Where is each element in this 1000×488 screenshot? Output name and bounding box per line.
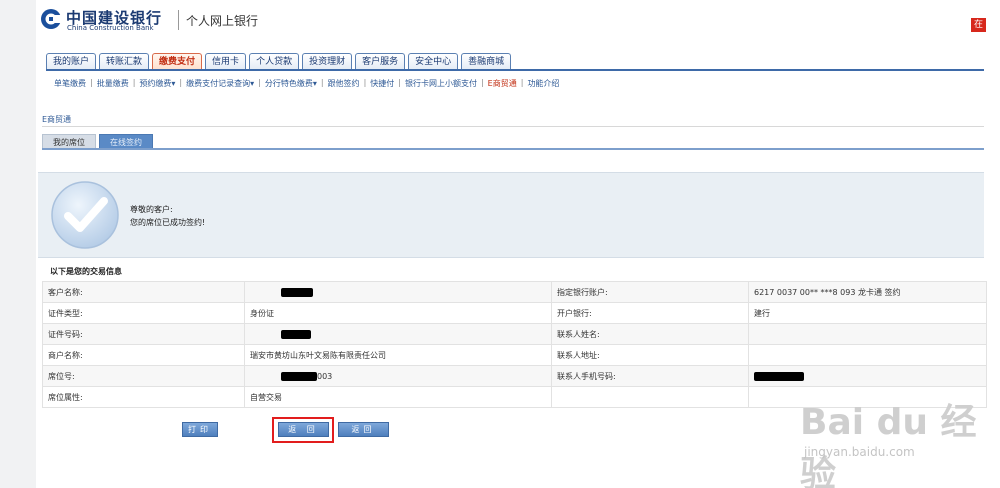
success-message: 您的席位已成功签约! [130, 218, 206, 227]
field-value [244, 281, 552, 303]
field-label: 开户银行: [551, 302, 749, 324]
transaction-info-table: 客户名称: 指定银行账户: 6217 0037 00** ***8 093 龙卡通 … [42, 281, 987, 408]
cell-value: 003 [317, 371, 333, 381]
field-label: 席位属性: [42, 386, 245, 408]
cell-value: 席位属性: [48, 392, 83, 402]
field-value [748, 365, 987, 387]
site-header: 中国建设银行 China Construction Bank 个人网上银行 在 [36, 0, 986, 40]
tab-customer-service[interactable]: 客户服务 [355, 53, 406, 70]
subnav-card-micropay[interactable]: 银行卡网上小额支付 [403, 78, 479, 89]
field-value [748, 344, 987, 366]
tab-online-signup[interactable]: 在线签约 [99, 134, 153, 149]
field-label: 联系人手机号码: [551, 365, 749, 387]
sub-nav: 单笔缴费 | 批量缴费 | 预约缴费▾ | 缴费支付记录查询▾ | 分行特色缴费▾ | 跟… [52, 78, 561, 89]
subnav-scheduled-payment[interactable]: 预约缴费▾ [137, 78, 177, 89]
cell-value: 6217 0037 00** ***8 093 龙卡通 签约 [754, 287, 901, 297]
field-value: 身份证 [244, 302, 552, 324]
cell-value: 客户名称: [48, 287, 83, 297]
subnav-payment-records[interactable]: 缴费支付记录查询▾ [184, 78, 256, 89]
tab-my-account[interactable]: 我的账户 [46, 53, 97, 70]
table-row: 证件号码: 联系人姓名: [42, 323, 987, 345]
table-row: 客户名称: 指定银行账户: 6217 0037 00** ***8 093 龙卡通 … [42, 281, 987, 303]
section-rule [42, 126, 984, 127]
field-label [551, 386, 749, 408]
cell-value: 瑞安市黄坊山东叶文易陈有限责任公司 [250, 350, 386, 360]
cell-value: 开户银行: [557, 308, 592, 318]
tab-security-center[interactable]: 安全中心 [408, 53, 459, 70]
cell-value: 证件类型: [48, 308, 83, 318]
main-nav-tabs: 我的账户 转账汇款 缴费支付 信用卡 个人贷款 投资理财 客户服务 安全中心 善… [46, 53, 514, 70]
transaction-info-title: 以下是您的交易信息 [50, 267, 122, 276]
field-label: 证件号码: [42, 323, 245, 345]
product-name: 个人网上银行 [186, 14, 259, 28]
tab-payment[interactable]: 缴费支付 [152, 53, 203, 70]
ccb-logo-icon[interactable] [40, 8, 62, 30]
bank-name-en: China Construction Bank [67, 24, 154, 32]
cell-value: 身份证 [250, 308, 274, 318]
baidu-watermark: Bai du 经验 jingyan.baidu.com [800, 393, 1000, 488]
cell-value: 联系人手机号码: [557, 371, 616, 381]
field-value [748, 323, 987, 345]
cell-value: 自营交易 [250, 392, 282, 402]
cell-value: 建行 [754, 308, 770, 318]
field-label: 证件类型: [42, 302, 245, 324]
left-margin [0, 0, 36, 488]
field-label: 商户名称: [42, 344, 245, 366]
field-value: 自营交易 [244, 386, 552, 408]
subnav-single-payment[interactable]: 单笔缴费 [52, 78, 88, 89]
section-title: E商贸通 [42, 115, 72, 124]
inner-tabs-rule [42, 148, 984, 150]
field-value: 003 [244, 365, 552, 387]
field-label: 客户名称: [42, 281, 245, 303]
back-button[interactable]: 返回 [338, 422, 389, 437]
subnav-batch-payment[interactable]: 批量缴费 [95, 78, 131, 89]
watermark-brand: Bai du 经验 [800, 402, 977, 488]
subnav-branch-payment[interactable]: 分行特色缴费▾ [263, 78, 319, 89]
tab-my-seat[interactable]: 我的席位 [42, 134, 96, 149]
field-value: 建行 [748, 302, 987, 324]
corner-badge[interactable]: 在 [971, 18, 986, 32]
cell-value: 指定银行账户: [557, 287, 608, 297]
tab-personal-loan[interactable]: 个人贷款 [249, 53, 300, 70]
redacted-block [281, 371, 317, 381]
cell-value: 席位号: [48, 371, 75, 381]
bank-page: 中国建设银行 China Construction Bank 个人网上银行 在 … [36, 0, 987, 488]
table-row: 证件类型: 身份证 开户银行: 建行 [42, 302, 987, 324]
field-value [244, 323, 552, 345]
field-label: 席位号: [42, 365, 245, 387]
cell-value: 联系人姓名: [557, 329, 600, 339]
main-nav-rule [46, 69, 984, 71]
highlight-box [272, 417, 334, 443]
logo-divider [178, 10, 179, 30]
redacted-block [281, 287, 313, 297]
print-button[interactable]: 打印 [182, 422, 218, 437]
redacted-block [281, 329, 311, 339]
cell-value: 联系人地址: [557, 350, 600, 360]
check-circle-icon [51, 181, 119, 249]
tab-investment[interactable]: 投资理财 [302, 53, 353, 70]
subnav-introduction[interactable]: 功能介绍 [525, 78, 561, 89]
inner-tabs: 我的席位 在线签约 [42, 134, 156, 149]
tab-mall[interactable]: 善融商城 [461, 53, 512, 70]
field-value: 瑞安市黄坊山东叶文易陈有限责任公司 [244, 344, 552, 366]
subnav-quick-pay[interactable]: 快捷付 [368, 78, 396, 89]
redacted-block [754, 371, 804, 381]
subnav-signup[interactable]: 跟他签约 [326, 78, 362, 89]
field-label: 联系人姓名: [551, 323, 749, 345]
table-row: 商户名称: 瑞安市黄坊山东叶文易陈有限责任公司 联系人地址: [42, 344, 987, 366]
subnav-e-trade[interactable]: E商贸通 [486, 78, 519, 89]
field-label: 指定银行账户: [551, 281, 749, 303]
tab-transfer[interactable]: 转账汇款 [99, 53, 150, 70]
cell-value: 商户名称: [48, 350, 83, 360]
watermark-url: jingyan.baidu.com [804, 445, 915, 459]
cell-value: 证件号码: [48, 329, 83, 339]
tab-credit-card[interactable]: 信用卡 [205, 53, 247, 70]
field-label: 联系人地址: [551, 344, 749, 366]
success-message-box: 尊敬的客户: 您的席位已成功签约! [38, 172, 984, 258]
table-row: 席位号: 003 联系人手机号码: [42, 365, 987, 387]
field-value: 6217 0037 00** ***8 093 龙卡通 签约 [748, 281, 987, 303]
success-greeting: 尊敬的客户: [130, 205, 173, 214]
